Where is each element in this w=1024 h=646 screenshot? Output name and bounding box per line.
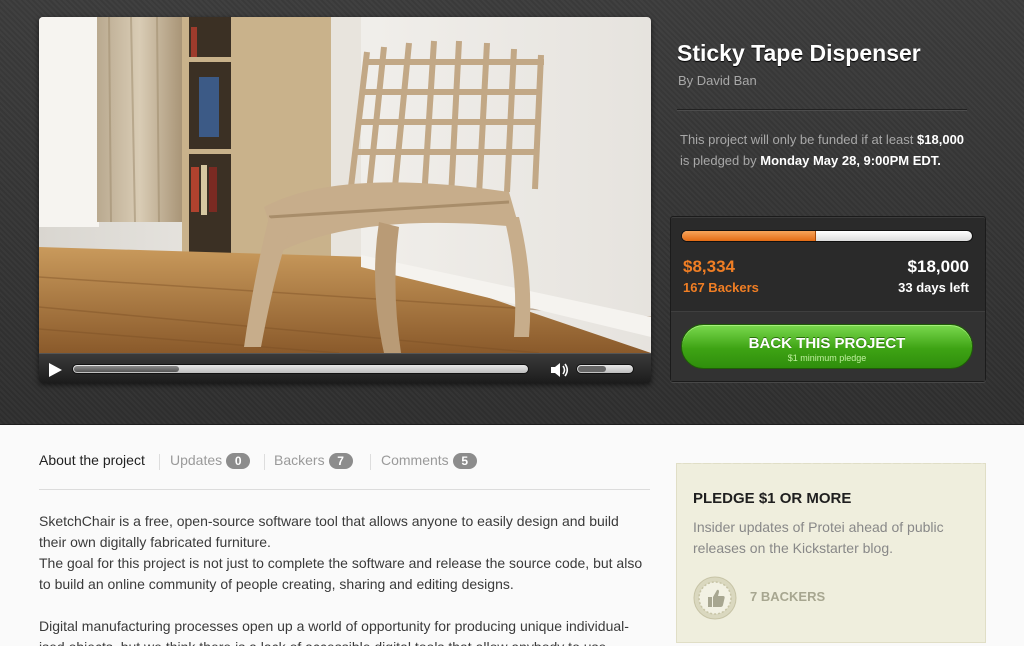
funding-deadline: Monday May 28, 9:00PM EDT. [760, 153, 941, 168]
video-scrubber[interactable] [72, 364, 529, 374]
back-button-label: BACK THIS PROJECT [748, 335, 906, 352]
backers-count-badge: 7 [328, 453, 353, 469]
tab-about[interactable]: About the project [39, 452, 145, 472]
video-controls [39, 353, 651, 383]
description-paragraph: SketchChair is a free, open-source softw… [39, 513, 619, 550]
divider [677, 109, 967, 111]
project-hero: Sticky Tape Dispenser By David Ban This … [0, 0, 1024, 425]
back-button-sublabel: $1 minimum pledge [787, 353, 867, 363]
description-paragraph: The goal for this project is not just to… [39, 555, 643, 592]
tab-label: About the project [39, 452, 145, 468]
volume-slider[interactable] [576, 364, 634, 374]
tab-label: Backers [274, 452, 325, 468]
updates-count-badge: 0 [226, 453, 251, 469]
backers-count[interactable]: 167 Backers [683, 280, 759, 295]
reward-card[interactable]: PLEDGE $1 OR MORE Insider updates of Pro… [676, 459, 986, 643]
tab-updates[interactable]: Updates 0 [170, 452, 251, 472]
tab-separator [159, 454, 160, 470]
thumbs-up-badge-icon [693, 576, 737, 620]
funding-note-middle: is pledged by [680, 153, 757, 168]
pledged-amount: $8,334 [683, 257, 735, 276]
funding-note-prefix: This project will only be funded if at l… [680, 132, 914, 147]
comments-count-badge: 5 [452, 453, 477, 469]
back-this-project-button[interactable]: BACK THIS PROJECT $1 minimum pledge [681, 324, 973, 369]
tab-separator [264, 454, 265, 470]
volume-level-fill [578, 366, 606, 372]
tab-label: Comments [381, 452, 449, 468]
description-paragraph: Digital manufacturing processes open up … [39, 618, 629, 646]
goal-amount: $18,000 [907, 257, 969, 276]
tab-backers[interactable]: Backers 7 [274, 452, 353, 472]
project-author[interactable]: By David Ban [678, 73, 757, 88]
project-description: SketchChair is a free, open-source softw… [39, 511, 645, 646]
days-left: 33 days left [898, 280, 969, 295]
video-frame-chair[interactable] [39, 17, 651, 353]
project-title: Sticky Tape Dispenser [677, 40, 921, 66]
tab-comments[interactable]: Comments 5 [381, 452, 477, 472]
funding-progress-fill [682, 231, 817, 241]
play-icon[interactable] [47, 362, 63, 378]
funding-progress-bar [681, 230, 973, 242]
reward-description: Insider updates of Protei ahead of publi… [693, 519, 944, 556]
video-progress-fill [74, 366, 179, 372]
funding-goal-amount: $18,000 [917, 132, 965, 147]
funding-stats-box: $8,334 167 Backers $18,000 33 days left … [670, 216, 986, 382]
reward-title: PLEDGE $1 OR MORE [693, 490, 852, 507]
divider [39, 489, 650, 490]
tab-label: Updates [170, 452, 223, 468]
funding-note: This project will only be funded if at l… [680, 129, 970, 171]
tab-separator [370, 454, 371, 470]
reward-backers-count: 7 BACKERS [750, 589, 826, 604]
video-player[interactable] [39, 17, 651, 383]
speaker-icon[interactable] [550, 361, 570, 379]
